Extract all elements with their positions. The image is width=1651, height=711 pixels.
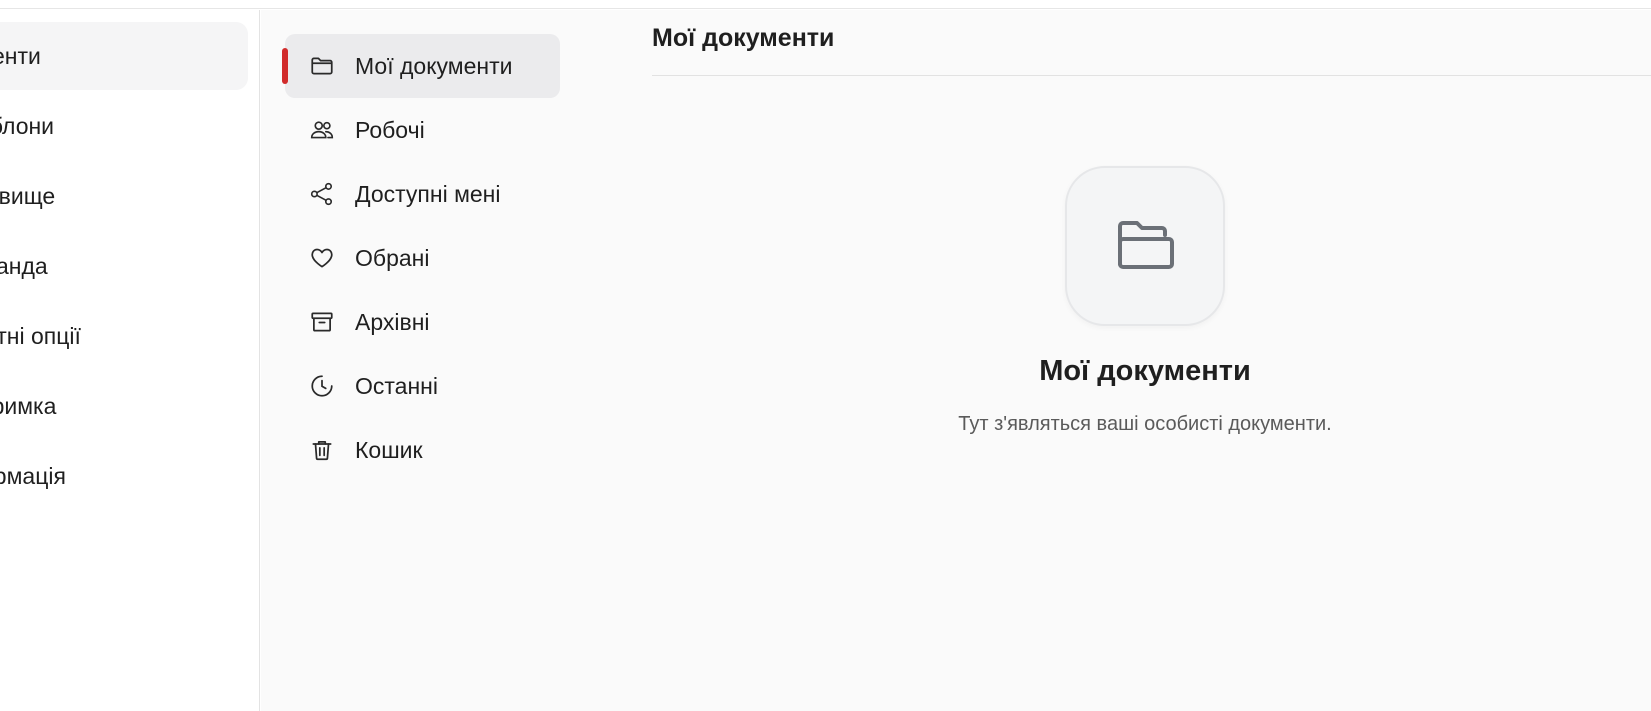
content-area: Мої документи Робочі Доступні мені Обран… bbox=[261, 10, 1651, 711]
main-sidebar: Документи Шаблони Сховище Команда Платні… bbox=[0, 10, 260, 711]
main-nav-label: Сховище bbox=[0, 182, 56, 209]
main-nav-label: Платні опції bbox=[0, 322, 81, 349]
main-nav-label: Документи bbox=[0, 42, 41, 69]
sub-nav-item-work[interactable]: Робочі bbox=[285, 98, 560, 162]
main-nav-item-team[interactable]: Команда bbox=[0, 232, 248, 300]
sub-nav-label: Мої документи bbox=[355, 52, 513, 79]
main-nav-item-support[interactable]: Підтримка bbox=[0, 372, 248, 440]
empty-state-text: Тут з'являться ваші особисті документи. bbox=[958, 413, 1332, 435]
main-nav-item-templates[interactable]: Шаблони bbox=[0, 92, 248, 160]
sub-nav-item-recent[interactable]: Останні bbox=[285, 354, 560, 418]
sub-nav-label: Останні bbox=[355, 372, 438, 399]
page-title: Мої документи bbox=[652, 24, 835, 52]
main-nav-label: Інформація bbox=[0, 462, 66, 489]
sub-nav-label: Доступні мені bbox=[355, 180, 501, 207]
archive-icon bbox=[309, 309, 335, 335]
share-icon bbox=[309, 181, 335, 207]
heart-icon bbox=[309, 245, 335, 271]
users-icon bbox=[309, 117, 335, 143]
empty-state-icon-box bbox=[1065, 166, 1225, 326]
sub-nav-item-archived[interactable]: Архівні bbox=[285, 290, 560, 354]
active-indicator bbox=[282, 48, 288, 84]
sub-nav-label: Кошик bbox=[355, 436, 423, 463]
sub-nav-label: Обрані bbox=[355, 244, 430, 271]
main-nav-label: Шаблони bbox=[0, 112, 55, 139]
top-bar bbox=[0, 0, 1651, 9]
trash-icon bbox=[309, 437, 335, 463]
sub-nav-item-trash[interactable]: Кошик bbox=[285, 418, 560, 482]
main-nav-label: Команда bbox=[0, 252, 48, 279]
empty-state-title: Мої документи bbox=[1039, 355, 1251, 387]
sub-nav-label: Робочі bbox=[355, 116, 425, 143]
folder-icon bbox=[309, 53, 335, 79]
sub-nav-item-favorites[interactable]: Обрані bbox=[285, 226, 560, 290]
sub-nav-label: Архівні bbox=[355, 308, 430, 335]
sub-nav-item-my-documents[interactable]: Мої документи bbox=[282, 34, 560, 98]
sub-nav-item-shared-with-me[interactable]: Доступні мені bbox=[285, 162, 560, 226]
main-nav-item-paid-options[interactable]: Платні опції bbox=[0, 302, 248, 370]
main-nav-item-information[interactable]: Інформація bbox=[0, 442, 248, 510]
clock-icon bbox=[309, 373, 335, 399]
folder-open-icon bbox=[1118, 221, 1174, 269]
main-nav-item-storage[interactable]: Сховище bbox=[0, 162, 248, 230]
main-nav-item-documents[interactable]: Документи bbox=[0, 22, 248, 90]
main-nav-label: Підтримка bbox=[0, 392, 57, 419]
title-divider bbox=[652, 75, 1651, 76]
